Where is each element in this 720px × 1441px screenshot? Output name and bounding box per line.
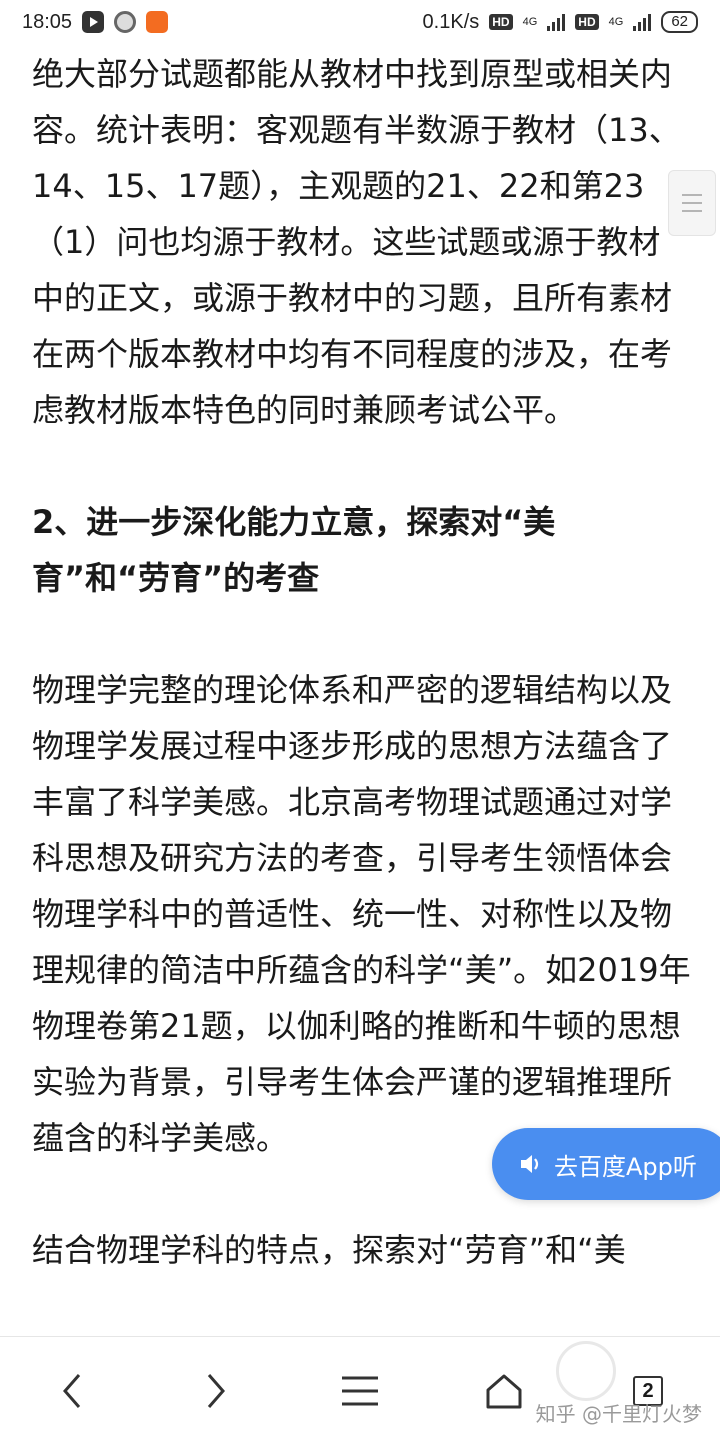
media-player-icon	[82, 11, 105, 33]
signal-icon-2	[633, 13, 652, 31]
article-paragraph: 绝大部分试题都能从教材中找到原型或相关内容。统计表明：客观题有半数源于教材（13…	[32, 55, 681, 429]
scroll-handle[interactable]	[668, 170, 716, 236]
article-paragraph: 物理学完整的理论体系和严密的逻辑结构以及物理学发展过程中逐步形成的思想方法蕴含了…	[32, 671, 691, 1157]
article-content: 绝大部分试题都能从教材中找到原型或相关内容。统计表明：客观题有半数源于教材（13…	[32, 44, 692, 1278]
network-type-2: 4G	[608, 16, 624, 28]
chevron-right-icon	[207, 1374, 225, 1408]
home-button[interactable]	[472, 1359, 536, 1423]
status-time: 18:05	[22, 10, 73, 33]
watermark-logo-icon	[556, 1341, 616, 1401]
hd-badge-2: HD	[575, 14, 599, 30]
signal-icon-1	[547, 13, 566, 31]
network-type-1: 4G	[522, 16, 538, 28]
watermark-text: 知乎 @千里灯火梦	[535, 1402, 702, 1426]
app-notification-icon	[146, 11, 169, 33]
status-bar: 18:05 0.1K/s HD 4G HD 4G 62	[0, 0, 720, 44]
listen-button-label: 去百度App听	[554, 1152, 697, 1181]
menu-button[interactable]	[328, 1359, 392, 1423]
handle-line-icon	[682, 194, 702, 196]
menu-icon	[342, 1376, 378, 1406]
speaker-icon	[521, 1155, 539, 1173]
forward-button[interactable]	[184, 1359, 248, 1423]
article-paragraph: 结合物理学科的特点，探索对“劳育”和“美	[32, 1231, 626, 1269]
network-speed: 0.1K/s	[422, 10, 480, 33]
app-circle-icon	[114, 11, 137, 33]
bottom-navigation-bar: 2 知乎 @千里灯火梦	[0, 1336, 720, 1441]
hd-badge-1: HD	[489, 14, 513, 30]
home-icon	[486, 1374, 522, 1409]
section-heading: 2、进一步深化能力立意，探索对“美育”和“劳育”的考查	[32, 503, 556, 597]
listen-in-app-button[interactable]: 去百度App听	[492, 1128, 720, 1200]
handle-line-icon	[682, 210, 702, 212]
chevron-left-icon	[63, 1374, 81, 1408]
handle-line-icon	[682, 202, 702, 204]
back-button[interactable]	[40, 1359, 104, 1423]
battery-icon: 62	[661, 11, 698, 33]
